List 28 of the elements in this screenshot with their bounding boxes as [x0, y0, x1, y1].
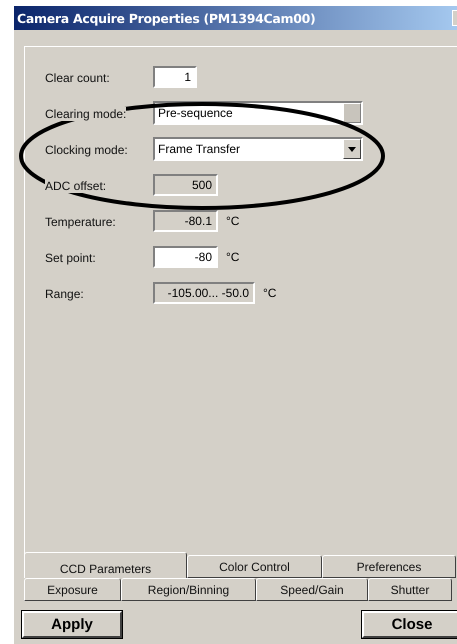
field-label: Clocking mode: [45, 142, 128, 156]
field-label: Clearing mode: [45, 106, 126, 120]
field-label: Set point: [45, 250, 96, 264]
unit-label: °C [226, 250, 240, 264]
tab[interactable]: CCD Parameters [24, 552, 187, 578]
field-label: Clear count: [45, 70, 110, 84]
tab[interactable]: Region/Binning [121, 578, 256, 601]
unit-label: °C [226, 214, 240, 228]
input-field[interactable]: -80 [153, 246, 218, 268]
dropdown-button[interactable] [343, 139, 361, 159]
tab[interactable]: Preferences [322, 555, 456, 578]
apply-button[interactable]: Apply [22, 611, 122, 638]
close-button[interactable]: Close [362, 611, 457, 638]
readonly-field: -80.1 [153, 210, 218, 232]
readonly-field: 500 [153, 174, 218, 196]
tab[interactable]: Color Control [187, 555, 322, 578]
window-title: Camera Acquire Properties (PM1394Cam00) [17, 10, 316, 26]
field-label: ADC offset: [45, 178, 106, 192]
field-label: Temperature: [45, 214, 116, 228]
field-label: Range: [45, 286, 84, 300]
caret-icon [348, 146, 356, 152]
tab[interactable]: Shutter [368, 578, 452, 601]
tab[interactable]: Exposure [24, 578, 121, 601]
readonly-field: -105.00... -50.0 [153, 282, 255, 304]
input-field[interactable]: 1 [153, 66, 197, 88]
tab[interactable]: Speed/Gain [256, 578, 368, 601]
unit-label: °C [263, 286, 276, 300]
dropdown[interactable]: Frame Transfer [153, 137, 363, 161]
